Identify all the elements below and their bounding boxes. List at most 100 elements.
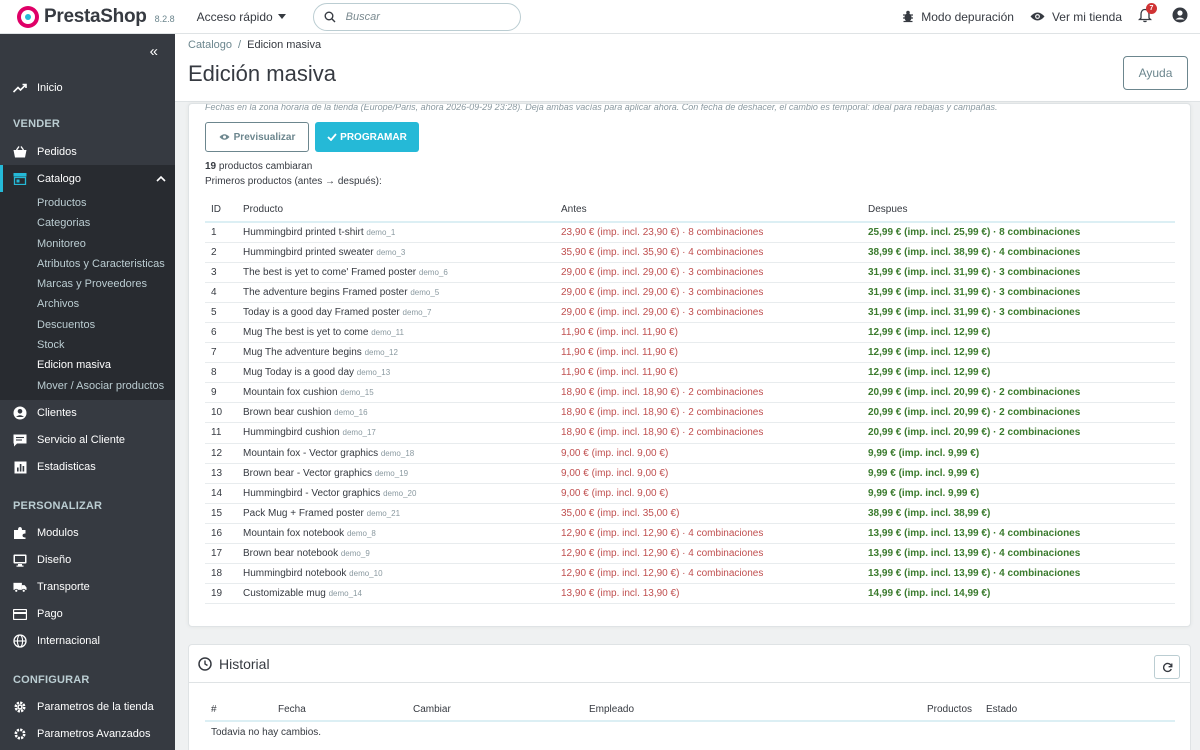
sidebar-item-label: Transporte <box>37 581 90 594</box>
catalog-submenu: Productos Categorias Monitoreo Atributos… <box>0 192 175 400</box>
column-header-estado: Estado <box>980 699 1175 722</box>
breadcrumb-current: Edicion masiva <box>247 39 322 51</box>
product-name: Mountain fox cushion <box>243 387 338 399</box>
search-input[interactable] <box>345 10 506 23</box>
page-title: Edición masiva <box>188 61 336 86</box>
sidebar-subitem-monitoreo[interactable]: Monitoreo <box>0 234 175 254</box>
logo[interactable]: PrestaShop 8.2.8 <box>17 5 175 28</box>
product-name: Hummingbird printed t-shirt <box>243 226 364 238</box>
eye-icon <box>219 134 230 140</box>
sidebar-subitem-atributos[interactable]: Atributos y Caracteristicas <box>0 254 175 274</box>
sidebar-subitem-categorias[interactable]: Categorias <box>0 213 175 233</box>
sidebar-item-parametros-avanzados[interactable]: Parametros Avanzados <box>0 721 175 748</box>
preview-button[interactable]: Previsualizar <box>205 122 309 152</box>
sidebar-item-inicio[interactable]: Inicio <box>0 74 175 101</box>
history-title: Historial <box>219 655 270 672</box>
cell-price-after: 14,99 € (imp. incl. 14,99 €) <box>862 583 1175 605</box>
breadcrumb-parent[interactable]: Catalogo <box>188 39 232 51</box>
breadcrumb: Catalogo / Edicion masiva <box>188 39 321 51</box>
sidebar-subitem-stock[interactable]: Stock <box>0 335 175 355</box>
product-reference: demo_18 <box>380 448 415 458</box>
table-row: 14 Hummingbird - Vector graphics demo_20 9… <box>205 483 1175 504</box>
product-name: Brown bear notebook <box>243 548 339 560</box>
prestashop-logo-icon <box>17 5 39 28</box>
sidebar-item-pedidos[interactable]: Pedidos <box>0 138 175 165</box>
breadcrumb-separator: / <box>238 39 242 51</box>
sidebar-item-label: Pago <box>37 608 63 621</box>
product-reference: demo_15 <box>340 388 374 398</box>
table-row: 8 Mug Today is a good day demo_13 11,90 € … <box>205 362 1175 384</box>
sidebar-item-modulos[interactable]: Modulos <box>0 520 175 547</box>
sidebar-subitem-productos[interactable]: Productos <box>0 193 175 213</box>
product-name: Hummingbird notebook <box>243 568 347 580</box>
sidebar-subitem-marcas[interactable]: Marcas y Proveedores <box>0 274 175 294</box>
cell-id: 9 <box>205 382 237 404</box>
sidebar-item-label: Pedidos <box>37 145 77 158</box>
cell-product: The best is yet to come' Framed poster d… <box>237 262 555 283</box>
cell-product: Hummingbird printed t-shirt demo_1 <box>237 222 555 243</box>
globe-icon <box>13 634 27 649</box>
table-row: 18 Hummingbird notebook demo_10 12,90 € (i… <box>205 563 1175 585</box>
cell-price-before: 12,90 € (imp. incl. 12,90 €) · 4 combina… <box>555 543 862 565</box>
cell-price-before: 11,90 € (imp. incl. 11,90 €) <box>555 322 862 344</box>
sidebar-item-servicio-cliente[interactable]: Servicio al Cliente <box>0 427 175 454</box>
account-avatar[interactable] <box>1172 7 1188 26</box>
cell-price-before: 18,90 € (imp. incl. 18,90 €) · 2 combina… <box>555 402 862 424</box>
column-header-despues: Despues <box>862 198 1175 223</box>
sidebar-subitem-mover-asociar[interactable]: Mover / Asociar productos <box>0 376 175 396</box>
sidebar-item-clientes[interactable]: Clientes <box>0 400 175 427</box>
cell-price-after: 12,99 € (imp. incl. 12,99 €) <box>862 322 1175 344</box>
cell-product: Hummingbird printed sweater demo_3 <box>237 242 555 263</box>
table-row: 3 The best is yet to come' Framed poster … <box>205 262 1175 283</box>
product-name: Mug The best is yet to come <box>243 327 369 339</box>
sidebar-item-catalogo[interactable]: Catalogo <box>0 165 175 192</box>
view-store-label: Ver mi tienda <box>1051 9 1122 24</box>
collapse-sidebar-icon[interactable]: « <box>150 43 158 60</box>
cell-id: 2 <box>205 242 237 263</box>
user-account-icon <box>1172 7 1188 23</box>
first-products-label: Primeros productos (antes → después): <box>205 176 382 187</box>
cell-id: 13 <box>205 463 237 484</box>
help-button[interactable]: Ayuda <box>1123 56 1188 90</box>
sidebar-item-pago[interactable]: Pago <box>0 601 175 628</box>
sidebar-item-label: Catalogo <box>37 172 82 185</box>
column-header-id: ID <box>205 198 237 223</box>
refresh-button[interactable] <box>1154 655 1180 679</box>
sidebar-item-transporte[interactable]: Transporte <box>0 574 175 601</box>
chevron-up-icon <box>156 175 166 182</box>
store-icon <box>13 173 27 185</box>
cell-price-before: 18,90 € (imp. incl. 18,90 €) · 2 combina… <box>555 382 862 404</box>
schedule-button-label: PROGRAMAR <box>340 131 407 143</box>
sidebar-item-internacional[interactable]: Internacional <box>0 628 175 655</box>
cell-price-before: 18,90 € (imp. incl. 18,90 €) · 2 combina… <box>555 422 862 444</box>
products-count-number: 19 <box>205 161 217 172</box>
sidebar-subitem-archivos[interactable]: Archivos <box>0 294 175 314</box>
sidebar-subitem-edicion-masiva[interactable]: Edicion masiva <box>0 355 175 375</box>
search-box[interactable] <box>312 2 521 31</box>
sidebar-item-diseno[interactable]: Diseño <box>0 547 175 574</box>
table-row: 6 Mug The best is yet to come demo_11 11,9… <box>205 322 1175 344</box>
sidebar-subitem-descuentos[interactable]: Descuentos <box>0 315 175 335</box>
product-name: Brown bear - Vector graphics <box>243 467 372 479</box>
cell-id: 10 <box>205 402 237 424</box>
sidebar-item-estadisticas[interactable]: Estadisticas <box>0 454 175 481</box>
notification-count-badge: 7 <box>1146 2 1157 14</box>
view-store-link[interactable]: Ver mi tienda <box>1030 10 1122 24</box>
cell-id: 11 <box>205 422 237 444</box>
sidebar-item-parametros-tienda[interactable]: Parametros de la tienda <box>0 694 175 721</box>
product-reference: demo_6 <box>418 267 448 277</box>
quick-access-dropdown[interactable]: Acceso rápido <box>197 10 286 24</box>
cell-product: Today is a good day Framed poster demo_7 <box>237 302 555 323</box>
column-header-fecha: Fecha <box>272 699 407 722</box>
schedule-button[interactable]: PROGRAMAR <box>315 122 419 152</box>
table-row: 19 Customizable mug demo_14 13,90 € (imp. … <box>205 583 1175 605</box>
gear-icon <box>14 701 26 713</box>
notifications-button[interactable]: 7 <box>1137 2 1157 26</box>
product-name: Hummingbird - Vector graphics <box>243 487 381 499</box>
product-reference: demo_16 <box>334 408 368 418</box>
debug-mode-link[interactable]: Modo depuración <box>902 10 1014 24</box>
sidebar-item-label: Modulos <box>37 527 79 540</box>
cell-price-after: 13,99 € (imp. incl. 13,99 €) · 4 combina… <box>862 563 1175 585</box>
product-reference: demo_3 <box>376 247 406 257</box>
product-reference: demo_7 <box>402 307 432 317</box>
